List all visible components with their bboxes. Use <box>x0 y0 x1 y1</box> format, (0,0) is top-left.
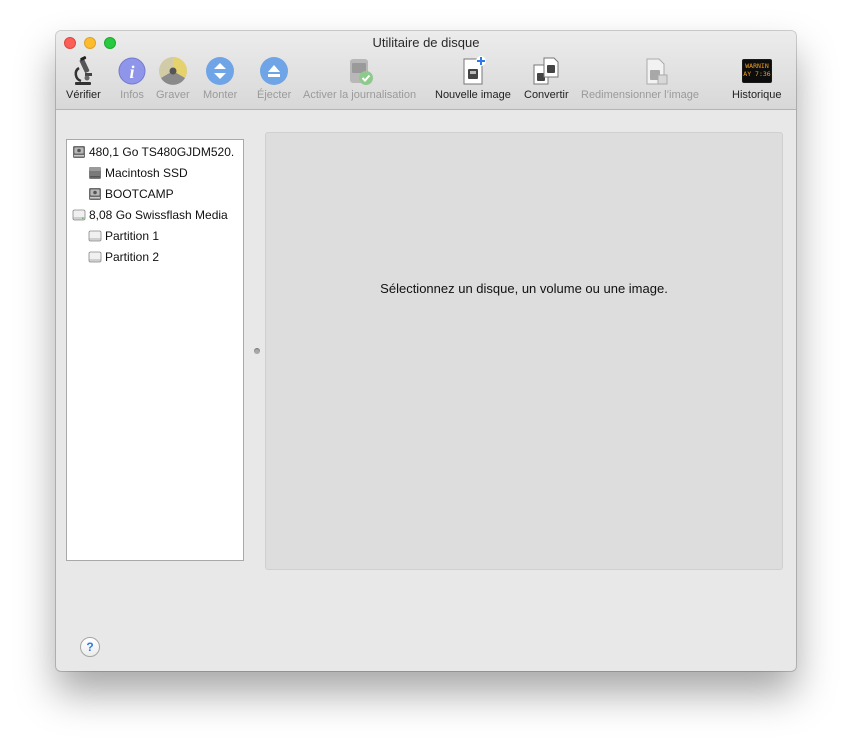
sidebar-item-bootcamp[interactable]: BOOTCAMP <box>67 183 174 204</box>
svg-text:AY 7:36: AY 7:36 <box>743 70 770 78</box>
toolbar-label: Éjecter <box>257 89 292 101</box>
convert-icon <box>533 57 559 85</box>
toolbar-info-button[interactable]: i Infos <box>116 55 148 105</box>
sidebar-item-partition-1[interactable]: Partition 1 <box>67 225 159 246</box>
internal-disk-icon <box>89 187 101 200</box>
sidebar-item-label: Partition 1 <box>105 228 160 243</box>
external-disk-icon <box>88 230 102 241</box>
split-view-handle[interactable] <box>254 348 260 354</box>
title-bar: Utilitaire de disque Vérifier i Infos Gr… <box>56 31 796 110</box>
toolbar-label: Nouvelle image <box>435 89 511 101</box>
mount-icon <box>206 57 235 85</box>
toolbar-log-button[interactable]: WARNIN AY 7:36 Historique <box>732 55 782 105</box>
microscope-icon <box>75 56 93 85</box>
sidebar-item-external-disk[interactable]: 8,08 Go Swissflash Media <box>67 204 228 225</box>
internal-disk-icon <box>73 145 85 158</box>
toolbar-resize-image-button[interactable]: Redimensionner l’image <box>581 55 699 105</box>
external-disk-icon <box>88 251 102 262</box>
sidebar-item-label: 8,08 Go Swissflash Media <box>89 207 228 222</box>
resize-image-icon <box>646 58 668 85</box>
toolbar-label: Infos <box>120 89 144 101</box>
disk-utility-window: Utilitaire de disque Vérifier i Infos Gr… <box>56 31 796 671</box>
toolbar-journal-button[interactable]: Activer la journalisation <box>303 55 416 105</box>
disk-list: 480,1 Go TS480GJDM520. Macintosh SSD BOO… <box>66 139 244 561</box>
sidebar-item-label: 480,1 Go TS480GJDM520. <box>89 144 235 159</box>
detail-pane: Sélectionnez un disque, un volume ou une… <box>265 132 783 570</box>
sidebar-item-label: BOOTCAMP <box>105 186 174 201</box>
toolbar-label: Monter <box>203 89 238 101</box>
help-button[interactable]: ? <box>80 637 100 657</box>
burn-icon <box>158 57 187 85</box>
toolbar-label: Redimensionner l’image <box>581 89 700 101</box>
toolbar-eject-button[interactable]: Éjecter <box>257 55 291 105</box>
toolbar-label: Graver <box>156 89 190 101</box>
toolbar-label: Activer la journalisation <box>303 89 417 101</box>
sidebar-item-internal-disk[interactable]: 480,1 Go TS480GJDM520. <box>67 141 234 162</box>
journal-icon <box>349 59 373 85</box>
toolbar-verify-button[interactable]: Vérifier <box>66 55 101 105</box>
toolbar-label: Vérifier <box>66 89 101 101</box>
new-image-icon <box>463 56 486 85</box>
eject-icon <box>260 57 289 85</box>
toolbar-label: Historique <box>732 89 782 101</box>
volume-icon <box>89 166 101 179</box>
external-disk-icon <box>72 209 86 220</box>
toolbar-burn-button[interactable]: Graver <box>156 55 190 105</box>
sidebar-item-macintosh-ssd[interactable]: Macintosh SSD <box>67 162 188 183</box>
toolbar-new-image-button[interactable]: Nouvelle image <box>435 55 511 105</box>
toolbar-label: Convertir <box>524 89 569 101</box>
empty-selection-message: Sélectionnez un disque, un volume ou une… <box>380 281 668 296</box>
log-icon: WARNIN AY 7:36 <box>741 59 772 83</box>
sidebar-item-label: Partition 2 <box>105 249 160 264</box>
window-title: Utilitaire de disque <box>372 35 480 50</box>
svg-text:i: i <box>129 62 134 82</box>
toolbar-convert-button[interactable]: Convertir <box>524 55 569 105</box>
info-icon: i <box>118 57 146 85</box>
svg-text:WARNIN: WARNIN <box>745 62 769 70</box>
toolbar-mount-button[interactable]: Monter <box>203 55 237 105</box>
sidebar-item-label: Macintosh SSD <box>105 165 188 180</box>
sidebar-item-partition-2[interactable]: Partition 2 <box>67 246 159 267</box>
